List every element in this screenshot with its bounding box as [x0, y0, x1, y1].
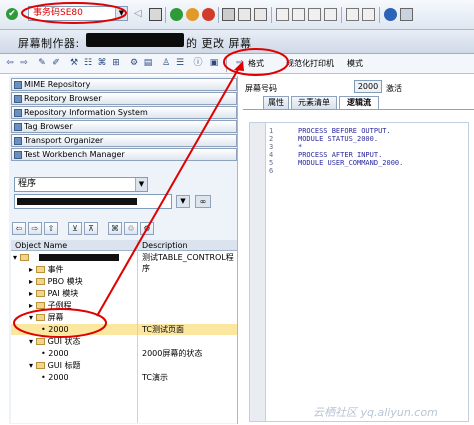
annotation-arrow-line [96, 65, 241, 317]
annotation-ellipse-format [223, 48, 289, 76]
annotation-arrow-head [234, 61, 244, 71]
watermark: 云栖社区 yq.aliyun.com [313, 406, 438, 419]
annotation-ellipse-command [21, 2, 127, 24]
annotation-overlay [13, 2, 289, 338]
annotation-ellipse-screen [13, 308, 107, 338]
